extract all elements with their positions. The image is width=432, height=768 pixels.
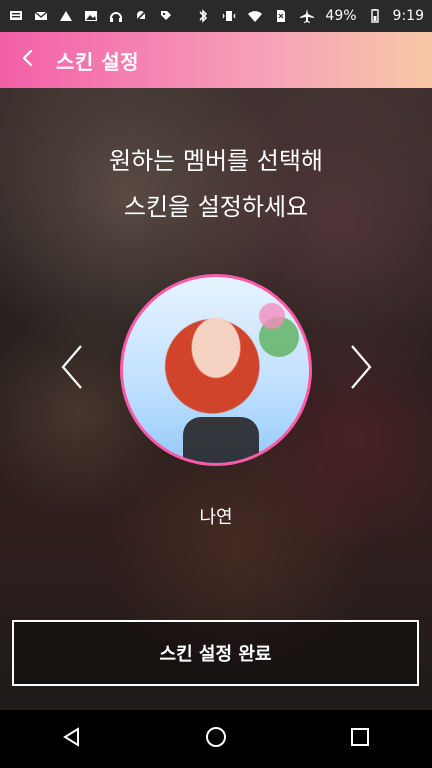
- tag-icon: [158, 8, 174, 24]
- app-bar: 스킨 설정: [0, 32, 432, 88]
- wifi-icon: [247, 8, 263, 24]
- battery-icon: [367, 8, 383, 24]
- member-name: 나연: [199, 507, 233, 528]
- system-nav-bar: [0, 710, 432, 768]
- vibrate-icon: [221, 8, 237, 24]
- status-left-icons: [8, 8, 174, 24]
- avatar-decoration: [259, 303, 285, 329]
- mail-icon: [33, 8, 49, 24]
- instruction-line-1: 원하는 멤버를 선택해: [109, 147, 323, 175]
- airplane-icon: [299, 8, 315, 24]
- nav-home-button[interactable]: [186, 710, 246, 768]
- bluetooth-icon: [195, 8, 211, 24]
- bell-off-icon: [133, 8, 149, 24]
- instruction-text: 원하는 멤버를 선택해 스킨을 설정하세요: [0, 138, 432, 230]
- avatar-outfit: [183, 417, 259, 463]
- home-circle-icon: [204, 725, 228, 753]
- battery-percent: 49%: [325, 8, 357, 24]
- instruction-line-2: 스킨을 설정하세요: [123, 193, 309, 221]
- back-button[interactable]: [0, 32, 56, 88]
- prev-member-button[interactable]: [47, 344, 97, 394]
- confirm-skin-button[interactable]: 스킨 설정 완료: [12, 620, 419, 686]
- status-right-icons: 49% 9:19: [195, 8, 424, 24]
- app-icon: [58, 8, 74, 24]
- recents-square-icon: [348, 725, 372, 753]
- headset-icon: [108, 8, 124, 24]
- back-triangle-icon: [60, 725, 84, 753]
- status-bar: 49% 9:19: [0, 0, 432, 32]
- nav-back-button[interactable]: [42, 710, 102, 768]
- member-avatar[interactable]: [120, 274, 312, 466]
- chat-icon: [8, 8, 24, 24]
- page-title: 스킨 설정: [56, 49, 140, 74]
- image-icon: [83, 8, 99, 24]
- chevron-left-icon: [57, 342, 87, 396]
- clock: 9:19: [392, 8, 424, 24]
- chevron-left-icon: [18, 48, 38, 72]
- sim-icon: [273, 8, 289, 24]
- nav-recents-button[interactable]: [330, 710, 390, 768]
- next-member-button[interactable]: [336, 344, 386, 394]
- chevron-right-icon: [346, 342, 376, 396]
